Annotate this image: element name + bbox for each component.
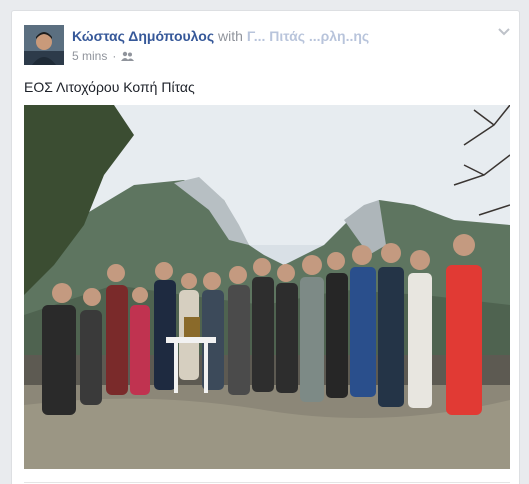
with-label: with — [218, 28, 243, 44]
divider — [24, 482, 510, 483]
tagged-user[interactable]: Γ... Πιτάς ...ρλη..ης — [247, 28, 369, 44]
post-meta: 5 mins · — [72, 49, 135, 63]
group-photo-image — [24, 105, 510, 469]
post-card: Κώστας Δημόπουλος with Γ... Πιτάς ...ρλη… — [11, 10, 520, 484]
dot-separator: · — [112, 49, 117, 63]
chevron-down-icon[interactable] — [497, 27, 511, 37]
avatar[interactable] — [24, 25, 64, 65]
timestamp[interactable]: 5 mins — [72, 49, 107, 63]
author-name[interactable]: Κώστας Δημόπουλος — [72, 28, 214, 44]
post-photo[interactable] — [24, 105, 510, 469]
post-text: ΕΟΣ Λιτοχόρου Κοπή Πίτας — [24, 79, 195, 95]
friends-icon[interactable] — [121, 51, 135, 61]
post-header: Κώστας Δημόπουλος with Γ... Πιτάς ...ρλη… — [72, 28, 369, 44]
avatar-image — [24, 25, 64, 65]
